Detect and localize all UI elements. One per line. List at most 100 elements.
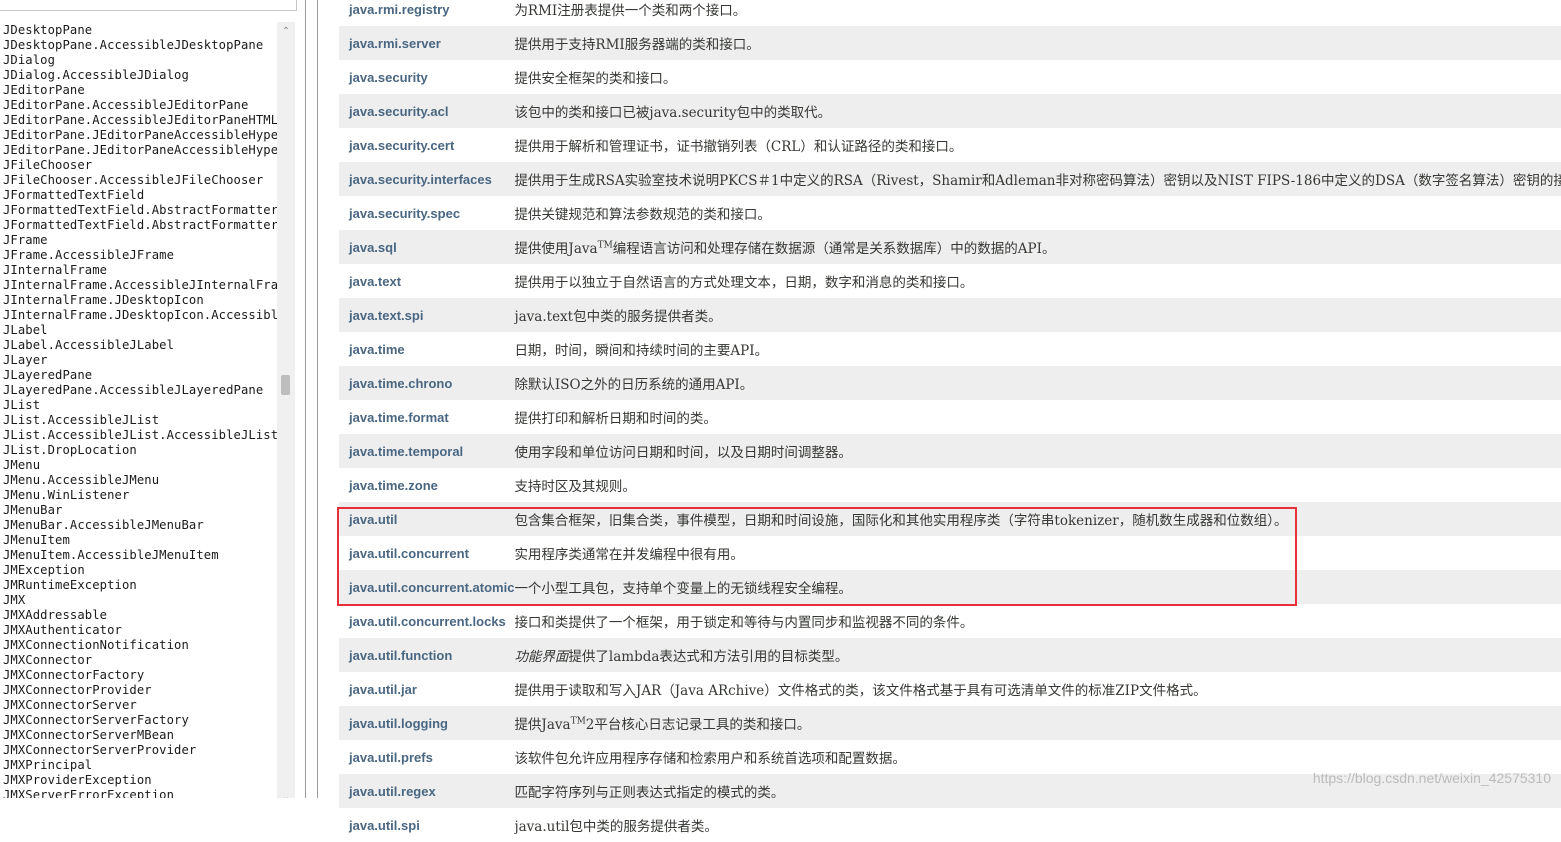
class-list-item[interactable]: JMXConnectorFactory <box>3 668 277 683</box>
package-link[interactable]: java.time.format <box>339 400 514 434</box>
package-link[interactable]: java.util.prefs <box>339 740 514 774</box>
class-list-item[interactable]: JDesktopPane.AccessibleJDesktopPane <box>3 38 277 53</box>
class-list-item[interactable]: JMenu.WinListener <box>3 488 277 503</box>
class-list-item[interactable]: JInternalFrame.AccessibleJInternalFrame <box>3 278 277 293</box>
class-list-item[interactable]: JFormattedTextField.AbstractFormatterFac… <box>3 218 277 233</box>
class-list-item[interactable]: JMXConnectorServerFactory <box>3 713 277 728</box>
class-list-item[interactable]: JMXPrincipal <box>3 758 277 773</box>
package-link[interactable]: java.time.chrono <box>339 366 514 400</box>
class-list-item[interactable]: JList.DropLocation <box>3 443 277 458</box>
class-list-item[interactable]: JLayeredPane.AccessibleJLayeredPane <box>3 383 277 398</box>
package-link[interactable]: java.security <box>339 60 514 94</box>
class-list-item[interactable]: JLayeredPane <box>3 368 277 383</box>
class-list-item[interactable]: JMXConnectorServerProvider <box>3 743 277 758</box>
package-link[interactable]: java.util.concurrent.atomic <box>339 570 514 604</box>
package-link[interactable]: java.sql <box>339 230 514 264</box>
package-description: 使用字段和单位访问日期和时间，以及日期时间调整器。 <box>514 434 1561 468</box>
package-description-text: 该包中的类和接口已被java.security包中的类取代。 <box>514 105 832 121</box>
class-list-item[interactable]: JMXConnectorProvider <box>3 683 277 698</box>
class-list-item[interactable]: JMXConnectorServerMBean <box>3 728 277 743</box>
package-description-text: 该软件包允许应用程序存储和检索用户和系统首选项和配置数据。 <box>514 751 906 767</box>
package-link[interactable]: java.util.jar <box>339 672 514 706</box>
package-row: java.time 日期，时间，瞬间和持续时间的主要API。 <box>339 332 1561 366</box>
class-list-item[interactable]: JMenu <box>3 458 277 473</box>
class-list-item[interactable]: JMenuItem <box>3 533 277 548</box>
package-link[interactable]: java.security.acl <box>339 94 514 128</box>
package-description-text: 提供安全框架的类和接口。 <box>514 71 677 87</box>
package-description-text: 2平台核心日志记录工具的类和接口。 <box>585 717 811 733</box>
package-link[interactable]: java.util.logging <box>339 706 514 740</box>
class-list-item[interactable]: JMXConnectorServer <box>3 698 277 713</box>
package-description-text: 包含集合框架，旧集合类，事件模型，日期和时间设施，国际化和其他实用程序类（字符串… <box>514 513 1288 529</box>
package-link[interactable]: java.time.temporal <box>339 434 514 468</box>
class-list-item[interactable]: JMenuItem.AccessibleJMenuItem <box>3 548 277 563</box>
package-link[interactable]: java.rmi.registry <box>339 0 514 26</box>
package-row: java.security.acl 该包中的类和接口已被java.security… <box>339 94 1561 128</box>
package-description: 提供用于支持RMI服务器端的类和接口。 <box>514 26 1561 60</box>
class-filter-box[interactable] <box>0 0 297 11</box>
class-list-item[interactable]: JFileChooser.AccessibleJFileChooser <box>3 173 277 188</box>
scroll-down-icon[interactable]: ⌄ <box>277 790 295 798</box>
package-description-text: 实用程序类通常在并发编程中很有用。 <box>514 547 744 563</box>
frame-divider[interactable] <box>298 0 318 798</box>
package-link[interactable]: java.security.spec <box>339 196 514 230</box>
class-list-item[interactable]: JDialog.AccessibleJDialog <box>3 68 277 83</box>
class-list-item[interactable]: JMRuntimeException <box>3 578 277 593</box>
package-link[interactable]: java.security.interfaces <box>339 162 514 196</box>
scroll-thumb[interactable] <box>281 375 290 395</box>
class-list-item[interactable]: JEditorPane.AccessibleJEditorPaneHTML <box>3 113 277 128</box>
package-link[interactable]: java.util.concurrent <box>339 536 514 570</box>
class-list-item[interactable]: JFileChooser <box>3 158 277 173</box>
class-list-item[interactable]: JEditorPane.AccessibleJEditorPane <box>3 98 277 113</box>
class-list-item[interactable]: JMXAuthenticator <box>3 623 277 638</box>
watermark: https://blog.csdn.net/weixin_42575310 <box>1312 770 1551 786</box>
class-list-item[interactable]: JFormattedTextField.AbstractFormatter <box>3 203 277 218</box>
class-list-item[interactable]: JMXServerErrorException <box>3 788 277 798</box>
class-list-item[interactable]: JLabel.AccessibleJLabel <box>3 338 277 353</box>
package-link[interactable]: java.text.spi <box>339 298 514 332</box>
class-list-item[interactable]: JMenuBar <box>3 503 277 518</box>
class-list-item[interactable]: JDialog <box>3 53 277 68</box>
class-list-item[interactable]: JInternalFrame.JDesktopIcon <box>3 293 277 308</box>
package-link[interactable]: java.util.concurrent.locks <box>339 604 514 638</box>
package-description: 提供用于读取和写入JAR（Java ARchive）文件格式的类，该文件格式基于… <box>514 672 1561 706</box>
package-link[interactable]: java.rmi.server <box>339 26 514 60</box>
class-list-item[interactable]: JInternalFrame.JDesktopIcon.AccessibleJD… <box>3 308 277 323</box>
package-link[interactable]: java.util.regex <box>339 774 514 808</box>
package-link[interactable]: java.util <box>339 502 514 536</box>
scroll-up-icon[interactable]: ⌃ <box>277 24 295 40</box>
class-list-item[interactable]: JList.AccessibleJList.AccessibleJListChi… <box>3 428 277 443</box>
class-list-item[interactable]: JMenuBar.AccessibleJMenuBar <box>3 518 277 533</box>
class-list-scrollbar[interactable]: ⌃ ⌄ <box>277 22 295 798</box>
package-link[interactable]: java.time.zone <box>339 468 514 502</box>
class-list-item[interactable]: JFormattedTextField <box>3 188 277 203</box>
package-link[interactable]: java.text <box>339 264 514 298</box>
class-list-item[interactable]: JList.AccessibleJList <box>3 413 277 428</box>
class-list-item[interactable]: JEditorPane.JEditorPaneAccessibleHyperte… <box>3 143 277 158</box>
class-list-item[interactable]: JMException <box>3 563 277 578</box>
class-list-item[interactable]: JLabel <box>3 323 277 338</box>
package-link[interactable]: java.security.cert <box>339 128 514 162</box>
class-list-item[interactable]: JMenu.AccessibleJMenu <box>3 473 277 488</box>
class-list-item[interactable]: JFrame <box>3 233 277 248</box>
package-row: java.security 提供安全框架的类和接口。 <box>339 60 1561 94</box>
package-description-text: 提供打印和解析日期和时间的类。 <box>514 411 717 427</box>
class-list-header <box>0 0 298 18</box>
class-list-item[interactable]: JMXProviderException <box>3 773 277 788</box>
class-list-item[interactable]: JMXConnector <box>3 653 277 668</box>
trademark-superscript: TM <box>597 240 613 251</box>
package-link[interactable]: java.time <box>339 332 514 366</box>
class-list-item[interactable]: JDesktopPane <box>3 23 277 38</box>
package-description: 提供使用JavaTM编程语言访问和处理存储在数据源（通常是关系数据库）中的数据的… <box>514 230 1561 264</box>
class-list-item[interactable]: JList <box>3 398 277 413</box>
package-link[interactable]: java.util.spi <box>339 808 514 842</box>
class-list-item[interactable]: JLayer <box>3 353 277 368</box>
class-list-item[interactable]: JInternalFrame <box>3 263 277 278</box>
package-link[interactable]: java.util.function <box>339 638 514 672</box>
class-list-item[interactable]: JFrame.AccessibleJFrame <box>3 248 277 263</box>
class-list-item[interactable]: JMX <box>3 593 277 608</box>
class-list-item[interactable]: JMXConnectionNotification <box>3 638 277 653</box>
class-list-item[interactable]: JMXAddressable <box>3 608 277 623</box>
class-list-item[interactable]: JEditorPane.JEditorPaneAccessibleHyperte… <box>3 128 277 143</box>
class-list-item[interactable]: JEditorPane <box>3 83 277 98</box>
